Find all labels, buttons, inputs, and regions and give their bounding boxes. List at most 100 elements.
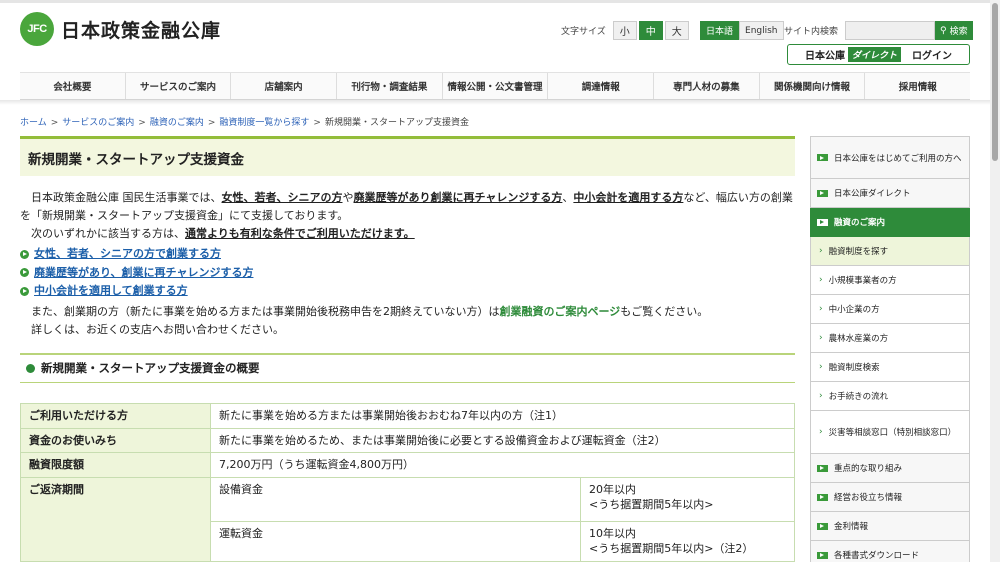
chevron-right-icon: › <box>819 304 823 314</box>
chevron-right-icon: › <box>819 427 823 437</box>
table-row: 資金のお使いみち 新たに事業を始めるため、または事業開始後に必要とする設備資金お… <box>20 427 795 453</box>
arrow-icon <box>20 268 29 278</box>
language-switcher: 日本語 English <box>700 21 784 40</box>
intro-paragraph: 日本政策金融公庫 国民生活事業では、女性、若者、シニアの方や廃業歴等があり創業に… <box>20 189 795 225</box>
nav-recruit[interactable]: 採用情報 <box>864 73 970 99</box>
table-cell: 新たに事業を始めるため、または事業開始後に必要とする設備資金および運転資金（注2… <box>210 427 795 453</box>
breadcrumb-separator: > <box>313 118 321 128</box>
breadcrumb-home[interactable]: ホーム <box>20 118 47 128</box>
font-size-medium-button[interactable]: 中 <box>638 21 663 40</box>
startup-loan-guide-link[interactable]: 創業融資のご案内ページ <box>499 305 620 318</box>
also-paragraph: また、創業期の方（新たに事業を始める方または事業開始後税務申告を2期終えていない… <box>20 303 795 321</box>
link-label: 女性、若者、シニアの方で創業する方 <box>34 247 221 260</box>
logo-text: 日本政策金融公庫 <box>61 19 222 42</box>
chevron-right-icon: › <box>819 246 823 256</box>
contact-paragraph: 詳しくは、お近くの支店へお問い合わせください。 <box>31 322 284 336</box>
sidebar-item-label: 融資制度検索 <box>828 363 880 373</box>
arrow-right-icon <box>817 464 828 472</box>
global-nav: 会社概要 サービスのご案内 店舗案内 刊行物・調査結果 情報公開・公文書管理 調… <box>20 72 970 100</box>
loan-overview-table: ご利用いただける方 新たに事業を始める方または事業開始後おおむね7年以内の方（注… <box>20 403 795 562</box>
nav-company[interactable]: 会社概要 <box>20 73 125 99</box>
arrow-right-icon <box>817 154 828 161</box>
breadcrumb-loan-list[interactable]: 融資制度一覧から探す <box>219 118 309 128</box>
sidebar-item-label: 災害等相談窓口（特別相談窓口） <box>828 428 957 438</box>
sidebar-item[interactable]: › 融資制度を探す <box>810 237 970 266</box>
page-title: 新規開業・スタートアップ支援資金 <box>20 136 795 176</box>
font-size-switcher: 文字サイズ 小 中 大 <box>561 21 691 40</box>
nav-branches[interactable]: 店舗案内 <box>230 73 336 99</box>
nav-related-orgs[interactable]: 関係機関向け情報 <box>758 73 865 99</box>
top-border <box>0 0 1000 3</box>
nav-publications[interactable]: 刊行物・調査結果 <box>336 73 442 99</box>
site-logo[interactable]: JFC 日本政策金融公庫 <box>20 12 221 46</box>
link-sme-accounting[interactable]: 中小会計を適用して創業する方 <box>20 282 795 301</box>
search-button-label: 検索 <box>949 27 968 37</box>
section-title: 新規開業・スタートアップ支援資金の概要 <box>41 361 260 375</box>
table-header-use: 資金のお使いみち <box>20 427 211 453</box>
search-input[interactable] <box>845 21 936 40</box>
main-content: 新規開業・スタートアップ支援資金 日本政策金融公庫 国民生活事業では、女性、若者… <box>20 136 795 383</box>
section-heading: 新規開業・スタートアップ支援資金の概要 <box>20 352 795 383</box>
nav-disclosure[interactable]: 情報公開・公文書管理 <box>441 73 548 99</box>
sidebar-item-label: 日本公庫をはじめてご利用の方へ <box>834 153 962 164</box>
breadcrumb-separator: > <box>207 118 216 128</box>
sidebar-item[interactable]: 各種書式ダウンロード <box>810 541 970 562</box>
nav-services[interactable]: サービスのご案内 <box>124 73 231 99</box>
sidebar-item-label: 重点的な取り組み <box>834 464 903 474</box>
table-row: ご利用いただける方 新たに事業を始める方または事業開始後おおむね7年以内の方（注… <box>20 403 795 429</box>
sidebar-item[interactable]: 日本公庫ダイレクト <box>810 179 970 208</box>
sidebar-item-label: 経営お役立ち情報 <box>834 493 903 503</box>
direct-prefix: 日本公庫 <box>804 51 845 62</box>
direct-badge: ダイレクト <box>847 47 901 62</box>
sidebar-item[interactable]: 重点的な取り組み <box>810 454 970 483</box>
sidebar-item[interactable]: › 小規模事業者の方 <box>810 266 970 295</box>
font-size-large-button[interactable]: 大 <box>664 21 689 40</box>
link-label: 廃業歴等があり、創業に再チャレンジする方 <box>34 265 254 279</box>
table-header-limit: 融資限度額 <box>20 452 211 478</box>
breadcrumb-services[interactable]: サービスのご案内 <box>62 118 134 128</box>
link-women-youth-senior[interactable]: 女性、若者、シニアの方で創業する方 <box>20 245 795 264</box>
sidebar-item[interactable]: › 災害等相談窓口（特別相談窓口） <box>810 411 970 454</box>
lang-english-button[interactable]: English <box>739 21 784 40</box>
sidebar-item[interactable]: › 中小企業の方 <box>810 295 970 324</box>
also-text: また、創業期の方（新たに事業を始める方または事業開始後税務申告を2期終えていない… <box>31 304 500 318</box>
search-button[interactable]: ⚲ 検索 <box>935 21 973 40</box>
breadcrumb-loans[interactable]: 融資のご案内 <box>150 118 204 128</box>
nav-shadow <box>0 100 1000 105</box>
sidebar-item-label: 融資のご案内 <box>834 218 886 228</box>
nav-procurement[interactable]: 調達情報 <box>547 73 653 99</box>
search-label: サイト内検索 <box>784 27 839 37</box>
intro-text: や <box>342 191 354 204</box>
sidebar-item-label: 日本公庫ダイレクト <box>834 189 911 199</box>
sidebar-item-label: お手続きの流れ <box>828 392 889 402</box>
table-row: ご返済期間 設備資金 20年以内 <うち据置期間5年以内> <box>20 476 795 562</box>
breadcrumb-separator: > <box>138 118 146 128</box>
sidebar-item[interactable]: 融資のご案内 <box>810 208 970 237</box>
scrollbar[interactable] <box>990 0 1000 562</box>
repayment-working-grace: <うち据置期間5年以内>（注2） <box>589 542 754 555</box>
nav-specialists[interactable]: 専門人材の募集 <box>653 73 759 99</box>
sidebar-item[interactable]: › 融資制度検索 <box>810 353 970 382</box>
breadcrumb-separator: > <box>50 118 59 128</box>
table-row: 融資限度額 7,200万円（うち運転資金4,800万円） <box>20 452 795 478</box>
table-header-repayment: ご返済期間 <box>20 476 211 562</box>
intro-text: 次のいずれかに該当する方は、 <box>31 227 185 240</box>
lang-japanese-button[interactable]: 日本語 <box>700 21 740 40</box>
sidebar-item[interactable]: 金利情報 <box>810 512 970 541</box>
scrollbar-thumb[interactable] <box>992 3 998 161</box>
table-header-eligible: ご利用いただける方 <box>20 403 211 429</box>
repayment-equipment-grace: <うち据置期間5年以内> <box>589 498 714 511</box>
intro-text: 、 <box>562 191 574 204</box>
font-size-small-button[interactable]: 小 <box>612 21 637 40</box>
intro-text: 日本政策金融公庫 国民生活事業では、 <box>31 191 222 204</box>
link-rechallenge[interactable]: 廃業歴等があり、創業に再チャレンジする方 <box>20 264 795 283</box>
sidebar-item[interactable]: 経営お役立ち情報 <box>810 483 970 512</box>
chevron-right-icon: › <box>819 391 823 401</box>
sidebar-item[interactable]: › お手続きの流れ <box>810 382 970 411</box>
sidebar-item-label: 小規模事業者の方 <box>828 276 897 286</box>
arrow-right-icon <box>817 493 828 501</box>
sidebar-item-label: 農林水産業の方 <box>828 334 889 344</box>
sidebar-item[interactable]: › 農林水産業の方 <box>810 324 970 353</box>
direct-login-button[interactable]: 日本公庫 ダイレクト ログイン <box>787 44 970 65</box>
sidebar-item[interactable]: 日本公庫をはじめてご利用の方へ <box>810 136 970 179</box>
